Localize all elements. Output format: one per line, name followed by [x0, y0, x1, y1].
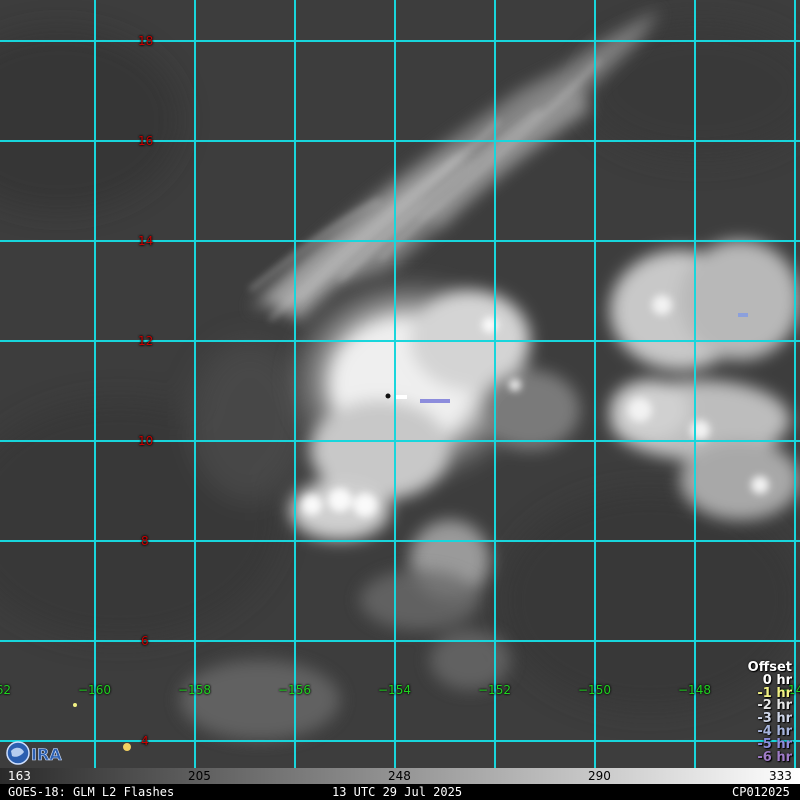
- latitude-label: 18: [138, 34, 154, 48]
- latitude-line: [0, 40, 800, 42]
- longitude-line: [394, 0, 396, 768]
- legend-item: -6 hr: [757, 749, 792, 765]
- satellite-viewer: 18 16 14 12 10 8 6 4 −162 −160 −158 −156…: [0, 0, 800, 800]
- colorbar-tick: 333: [769, 769, 792, 783]
- longitude-label: −162: [0, 683, 11, 697]
- latitude-line: [0, 340, 800, 342]
- colorbar-tick: 248: [388, 769, 411, 783]
- longitude-label: −158: [178, 683, 211, 697]
- longitude-line: [494, 0, 496, 768]
- longitude-label: −160: [78, 683, 111, 697]
- product-label: GOES-18: GLM L2 Flashes: [8, 785, 175, 799]
- longitude-label: −150: [578, 683, 611, 697]
- longitude-line: [94, 0, 96, 768]
- latitude-line: [0, 140, 800, 142]
- svg-text:IRA: IRA: [31, 745, 62, 764]
- latitude-label: 16: [138, 134, 154, 148]
- longitude-line: [794, 0, 796, 768]
- longitude-line: [594, 0, 596, 768]
- storm-id: CP012025: [732, 785, 790, 799]
- latitude-label: 14: [138, 234, 154, 248]
- offset-legend: Offset 0 hr -1 hr -2 hr -3 hr -4 hr -5 h…: [748, 661, 792, 765]
- footer-bar: GOES-18: GLM L2 Flashes 13 UTC 29 Jul 20…: [0, 784, 800, 800]
- latitude-line: [0, 740, 800, 742]
- latitude-label: 6: [141, 634, 149, 648]
- colorbar-tick: 290: [588, 769, 611, 783]
- satellite-imagery: [0, 0, 800, 768]
- latitude-label: 4: [141, 734, 149, 748]
- cira-logo: IRA: [6, 741, 63, 765]
- longitude-line: [194, 0, 196, 768]
- latitude-label: 10: [138, 434, 154, 448]
- longitude-label: −154: [378, 683, 411, 697]
- longitude-label: −152: [478, 683, 511, 697]
- latitude-line: [0, 440, 800, 442]
- longitude-label: −148: [678, 683, 711, 697]
- longitude-line: [694, 0, 696, 768]
- latitude-label: 8: [141, 534, 149, 548]
- colorbar-tick: 205: [188, 769, 211, 783]
- timestamp: 13 UTC 29 Jul 2025: [332, 785, 463, 799]
- latitude-line: [0, 640, 800, 642]
- latitude-line: [0, 540, 800, 542]
- latitude-line: [0, 240, 800, 242]
- latitude-label: 12: [138, 334, 154, 348]
- colorbar-tick: 163: [8, 769, 31, 783]
- longitude-label: −156: [278, 683, 311, 697]
- longitude-line: [294, 0, 296, 768]
